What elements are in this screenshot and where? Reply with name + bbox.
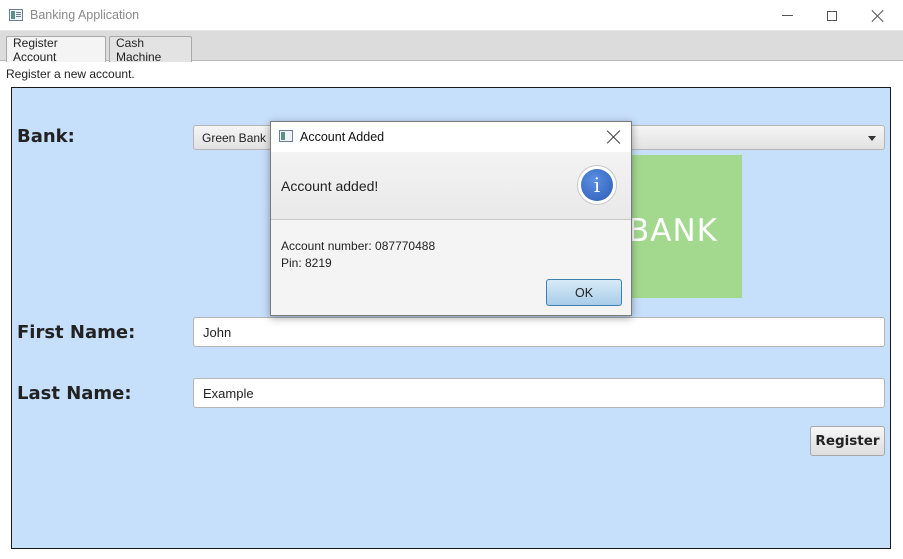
maximize-button[interactable] <box>809 0 855 31</box>
register-button[interactable]: Register <box>810 426 885 456</box>
chevron-down-icon <box>868 136 876 141</box>
tab-cash-machine[interactable]: Cash Machine <box>109 36 192 64</box>
window-title: Banking Application <box>30 8 140 22</box>
dialog-close-icon[interactable] <box>606 129 622 145</box>
minimize-icon <box>781 15 793 16</box>
tab-register-account[interactable]: Register Account <box>6 36 106 64</box>
bank-logo-text: BANK <box>628 213 718 249</box>
last-name-label: Last Name: <box>17 383 132 404</box>
first-name-field[interactable] <box>193 317 885 347</box>
close-button[interactable] <box>855 0 901 31</box>
window-titlebar: Banking Application <box>0 0 903 31</box>
dialog-content: Account number: 087770488 Pin: 8219 <box>281 238 435 271</box>
pin-text: Pin: 8219 <box>281 255 332 270</box>
bank-label: Bank: <box>17 126 75 147</box>
account-added-dialog: Account Added Account added! i Account n… <box>270 121 632 316</box>
dialog-titlebar: Account Added <box>271 122 631 152</box>
close-icon <box>872 10 884 22</box>
app-icon <box>9 9 23 21</box>
account-number-text: Account number: 087770488 <box>281 239 436 253</box>
minimize-button[interactable] <box>764 0 810 31</box>
bank-select-value: Green Bank <box>202 131 267 145</box>
first-name-label: First Name: <box>17 322 136 343</box>
tab-strip: Register Account Cash Machine <box>0 31 903 64</box>
ok-button[interactable]: OK <box>546 279 622 306</box>
maximize-icon <box>827 10 837 21</box>
app-icon <box>279 130 293 142</box>
dialog-title: Account Added <box>300 130 385 144</box>
info-icon: i <box>577 165 617 205</box>
last-name-field[interactable] <box>193 378 885 408</box>
page-subtitle: Register a new account. <box>6 67 135 81</box>
dialog-header: Account added! i <box>271 152 631 220</box>
dialog-heading: Account added! <box>281 178 379 194</box>
